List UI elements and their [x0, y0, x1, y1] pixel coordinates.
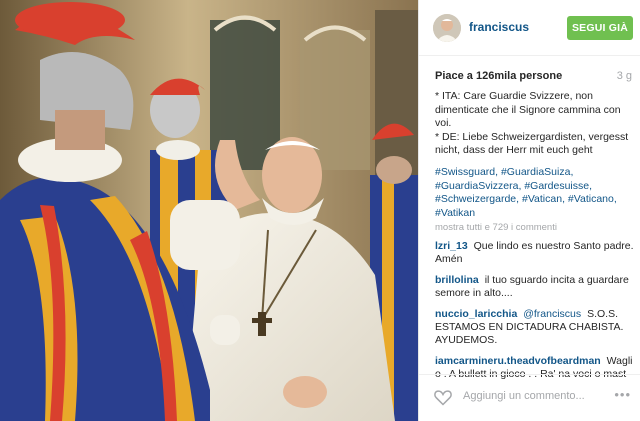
comment-username[interactable]: lzri_13 [435, 240, 468, 252]
show-all-comments-link[interactable]: mostra tutti e 729 i commenti [435, 222, 557, 233]
hashtag-link[interactable]: #GuardiaSuiza [501, 166, 570, 178]
instagram-post: franciscus SEGUI GIÀ Piace a 126mila per… [0, 0, 640, 421]
post-footer: Aggiungi un commento... ••• [419, 374, 640, 421]
comment-list: lzri_13 Que lindo es nuestro Santo padre… [435, 240, 635, 389]
comment: lzri_13 Que lindo es nuestro Santo padre… [435, 240, 635, 266]
comment-username[interactable]: nuccio_laricchia [435, 308, 517, 320]
caption: * ITA: Care Guardie Svizzere, non diment… [435, 90, 635, 158]
hashtag-link[interactable]: #Swissguard [435, 166, 495, 178]
post-photo[interactable] [0, 0, 418, 421]
post-header: franciscus SEGUI GIÀ [419, 0, 640, 56]
comment-mention-link[interactable]: @franciscus [523, 308, 581, 320]
caption-italian: * ITA: Care Guardie Svizzere, non diment… [435, 90, 621, 129]
likes-count[interactable]: Piace a 126mila persone [435, 70, 562, 82]
avatar-image [433, 14, 461, 42]
hashtag-link[interactable]: #Schweizergarde [435, 193, 516, 205]
post-sidebar: franciscus SEGUI GIÀ Piace a 126mila per… [418, 0, 640, 421]
heart-icon[interactable] [433, 387, 453, 407]
hashtag-link[interactable]: #GuardiaSvizzera [435, 180, 518, 192]
hashtag-link[interactable]: #Vatican [522, 193, 562, 205]
hashtag-link[interactable]: #Vatikan [435, 207, 475, 219]
username-link[interactable]: franciscus [469, 20, 529, 34]
avatar[interactable] [433, 14, 461, 42]
caption-german: * DE: Liebe Schweizergardisten, vergesst… [435, 130, 629, 157]
comment-username[interactable]: brillolina [435, 274, 479, 286]
add-comment-input[interactable]: Aggiungi un commento... [463, 390, 585, 402]
comment-username[interactable]: iamcarmineru.theadvofbeardman [435, 355, 601, 367]
photo-illustration [0, 0, 418, 421]
comment: brillolina il tuo sguardo incita a guard… [435, 274, 635, 300]
hashtags: #Swissguard, #GuardiaSuiza, #GuardiaSviz… [435, 166, 617, 219]
comment: nuccio_laricchia @franciscus S.O.S. ESTA… [435, 308, 635, 347]
hashtag-link[interactable]: #Gardesuisse [524, 180, 589, 192]
more-options-icon[interactable]: ••• [614, 387, 631, 402]
hashtag-link[interactable]: #Vaticano [568, 193, 614, 205]
post-time: 3 g [616, 70, 632, 82]
following-button[interactable]: SEGUI GIÀ [567, 16, 633, 40]
